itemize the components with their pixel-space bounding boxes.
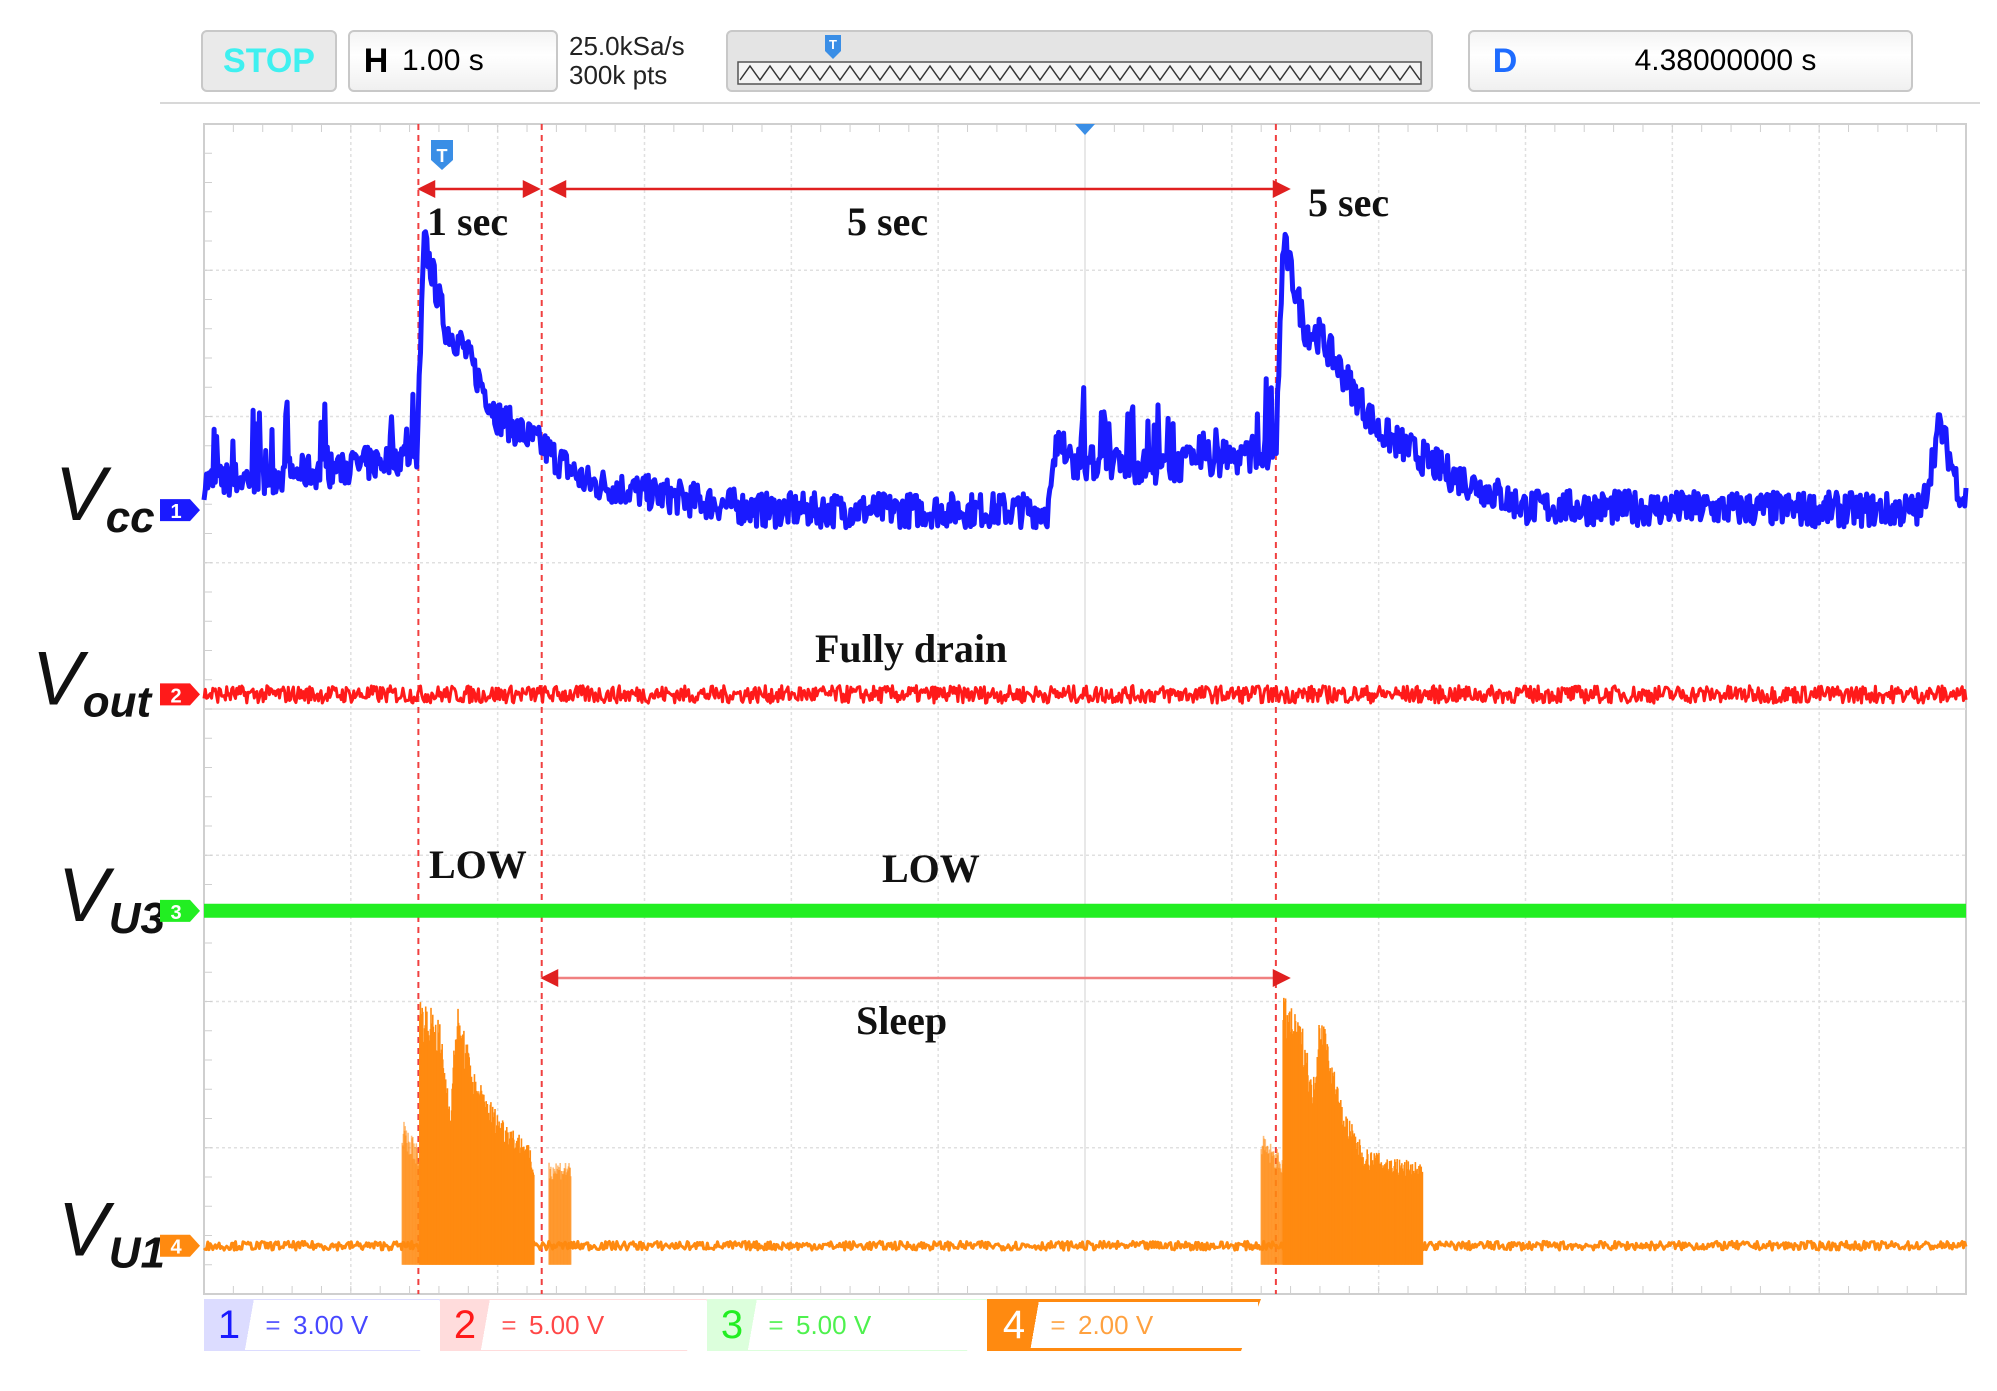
burst-vu1 [1260, 1135, 1284, 1265]
burst-vu1 [548, 1162, 572, 1265]
channel-label-sub: U3 [109, 894, 165, 943]
channel-label-sub: cc [106, 493, 155, 542]
five-sec-label-2: 5 sec [1308, 180, 1389, 225]
trigger-marker-label: T [437, 146, 448, 166]
burst-vu1 [419, 1002, 535, 1265]
trigger-time-marker-icon[interactable] [1075, 124, 1095, 135]
channel-marker-number: 1 [170, 501, 181, 523]
channel-4-ground-marker-icon[interactable]: 4 [160, 1234, 200, 1259]
channel-label-sub: out [83, 677, 154, 726]
channel-label-main: V [55, 452, 112, 537]
channel-1-name: Vcc [55, 452, 155, 542]
one-sec-label: 1 sec [427, 199, 508, 244]
channel-4-name: VU1 [58, 1188, 165, 1278]
interval-arrows [417, 179, 1291, 988]
channel-3-name: VU3 [58, 853, 165, 943]
coupling-icon: = [501, 1309, 517, 1340]
channel-scale-value: 5.00 V [796, 1309, 872, 1340]
channel-scale-value: 5.00 V [529, 1309, 605, 1340]
low-label-2: LOW [882, 846, 980, 891]
trigger-marker-icon[interactable]: T [431, 140, 453, 170]
five-sec-label: 5 sec [847, 199, 928, 244]
channel-label-main: V [58, 853, 115, 938]
channel-marker-number: 4 [170, 1237, 182, 1259]
burst-vu1 [1282, 997, 1424, 1265]
channel-marker-number: 2 [170, 685, 181, 707]
channel-2-ground-marker-icon[interactable]: 2 [160, 683, 200, 707]
channel-label-main: V [58, 1188, 115, 1273]
channel-1-scale-button[interactable]: 1 = 3.00 V [204, 1299, 440, 1351]
oscilloscope-screen: T 1 sec 5 sec 5 sec Fully drain LOW LOW … [32, 123, 1972, 1295]
low-label: LOW [429, 842, 527, 887]
channel-1-ground-marker-icon[interactable]: 1 [160, 499, 200, 523]
channel-scale-value: 3.00 V [293, 1309, 369, 1340]
coupling-icon: = [768, 1309, 784, 1340]
channel-2-name: Vout [32, 636, 153, 726]
channel-marker-number: 3 [170, 902, 181, 924]
channel-3-scale-button[interactable]: 3 = 5.00 V [707, 1299, 987, 1351]
channel-label-main: V [32, 636, 89, 721]
channel-number: 3 [720, 1302, 744, 1347]
sleep-label: Sleep [856, 998, 947, 1043]
coupling-icon: = [1050, 1309, 1066, 1340]
channel-4-scale-button[interactable]: 4 = 2.00 V [987, 1299, 1261, 1351]
channel-2-scale-button[interactable]: 2 = 5.00 V [440, 1299, 707, 1351]
fully-drain-label: Fully drain [815, 626, 1007, 671]
channel-scale-value: 2.00 V [1078, 1309, 1154, 1340]
channel-number: 1 [217, 1302, 241, 1347]
coupling-icon: = [265, 1309, 281, 1340]
channel-3-ground-marker-icon[interactable]: 3 [160, 899, 200, 924]
channel-label-sub: U1 [109, 1229, 165, 1278]
channel-number: 4 [1002, 1302, 1026, 1347]
burst-vu1 [401, 1121, 421, 1265]
channel-number: 2 [453, 1302, 477, 1347]
